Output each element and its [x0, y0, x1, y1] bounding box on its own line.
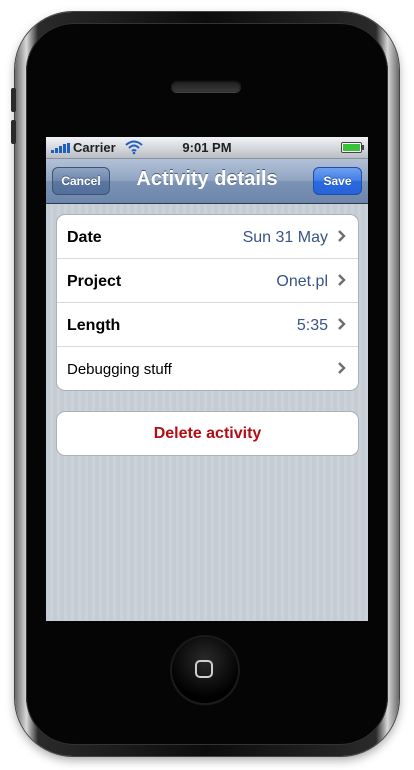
screen: Carrier 9:01 PM Cancel Activity details … [46, 137, 368, 621]
date-row[interactable]: Date Sun 31 May [57, 215, 358, 259]
chevron-right-icon [338, 362, 346, 374]
status-time: 9:01 PM [182, 140, 232, 155]
project-value: Onet.pl [276, 273, 328, 290]
description-label: Debugging stuff [67, 361, 172, 378]
battery-fill [343, 144, 360, 151]
earpiece-speaker [171, 80, 241, 92]
project-label: Project [67, 273, 122, 290]
battery-icon [341, 142, 364, 153]
description-row[interactable]: Debugging stuff [57, 347, 358, 390]
chevron-right-icon [338, 274, 346, 286]
status-bar: Carrier 9:01 PM [46, 137, 368, 159]
volume-button-down [11, 120, 16, 144]
chevron-right-icon [338, 318, 346, 330]
delete-activity-label: Delete activity [153, 425, 262, 442]
date-value: Sun 31 May [242, 229, 328, 246]
project-row[interactable]: Project Onet.pl [57, 259, 358, 303]
home-square-icon [195, 660, 213, 678]
volume-button-up [11, 88, 16, 112]
save-button[interactable]: Save [313, 167, 362, 195]
length-label: Length [67, 317, 121, 334]
details-group: Date Sun 31 May Project Onet.pl Length 5… [56, 214, 359, 391]
length-row[interactable]: Length 5:35 [57, 303, 358, 347]
date-label: Date [67, 229, 102, 246]
navigation-bar: Cancel Activity details Save [46, 159, 368, 204]
chevron-right-icon [338, 230, 346, 242]
delete-activity-button[interactable]: Delete activity [56, 411, 359, 456]
length-value: 5:35 [296, 317, 328, 334]
home-button[interactable] [172, 637, 238, 703]
